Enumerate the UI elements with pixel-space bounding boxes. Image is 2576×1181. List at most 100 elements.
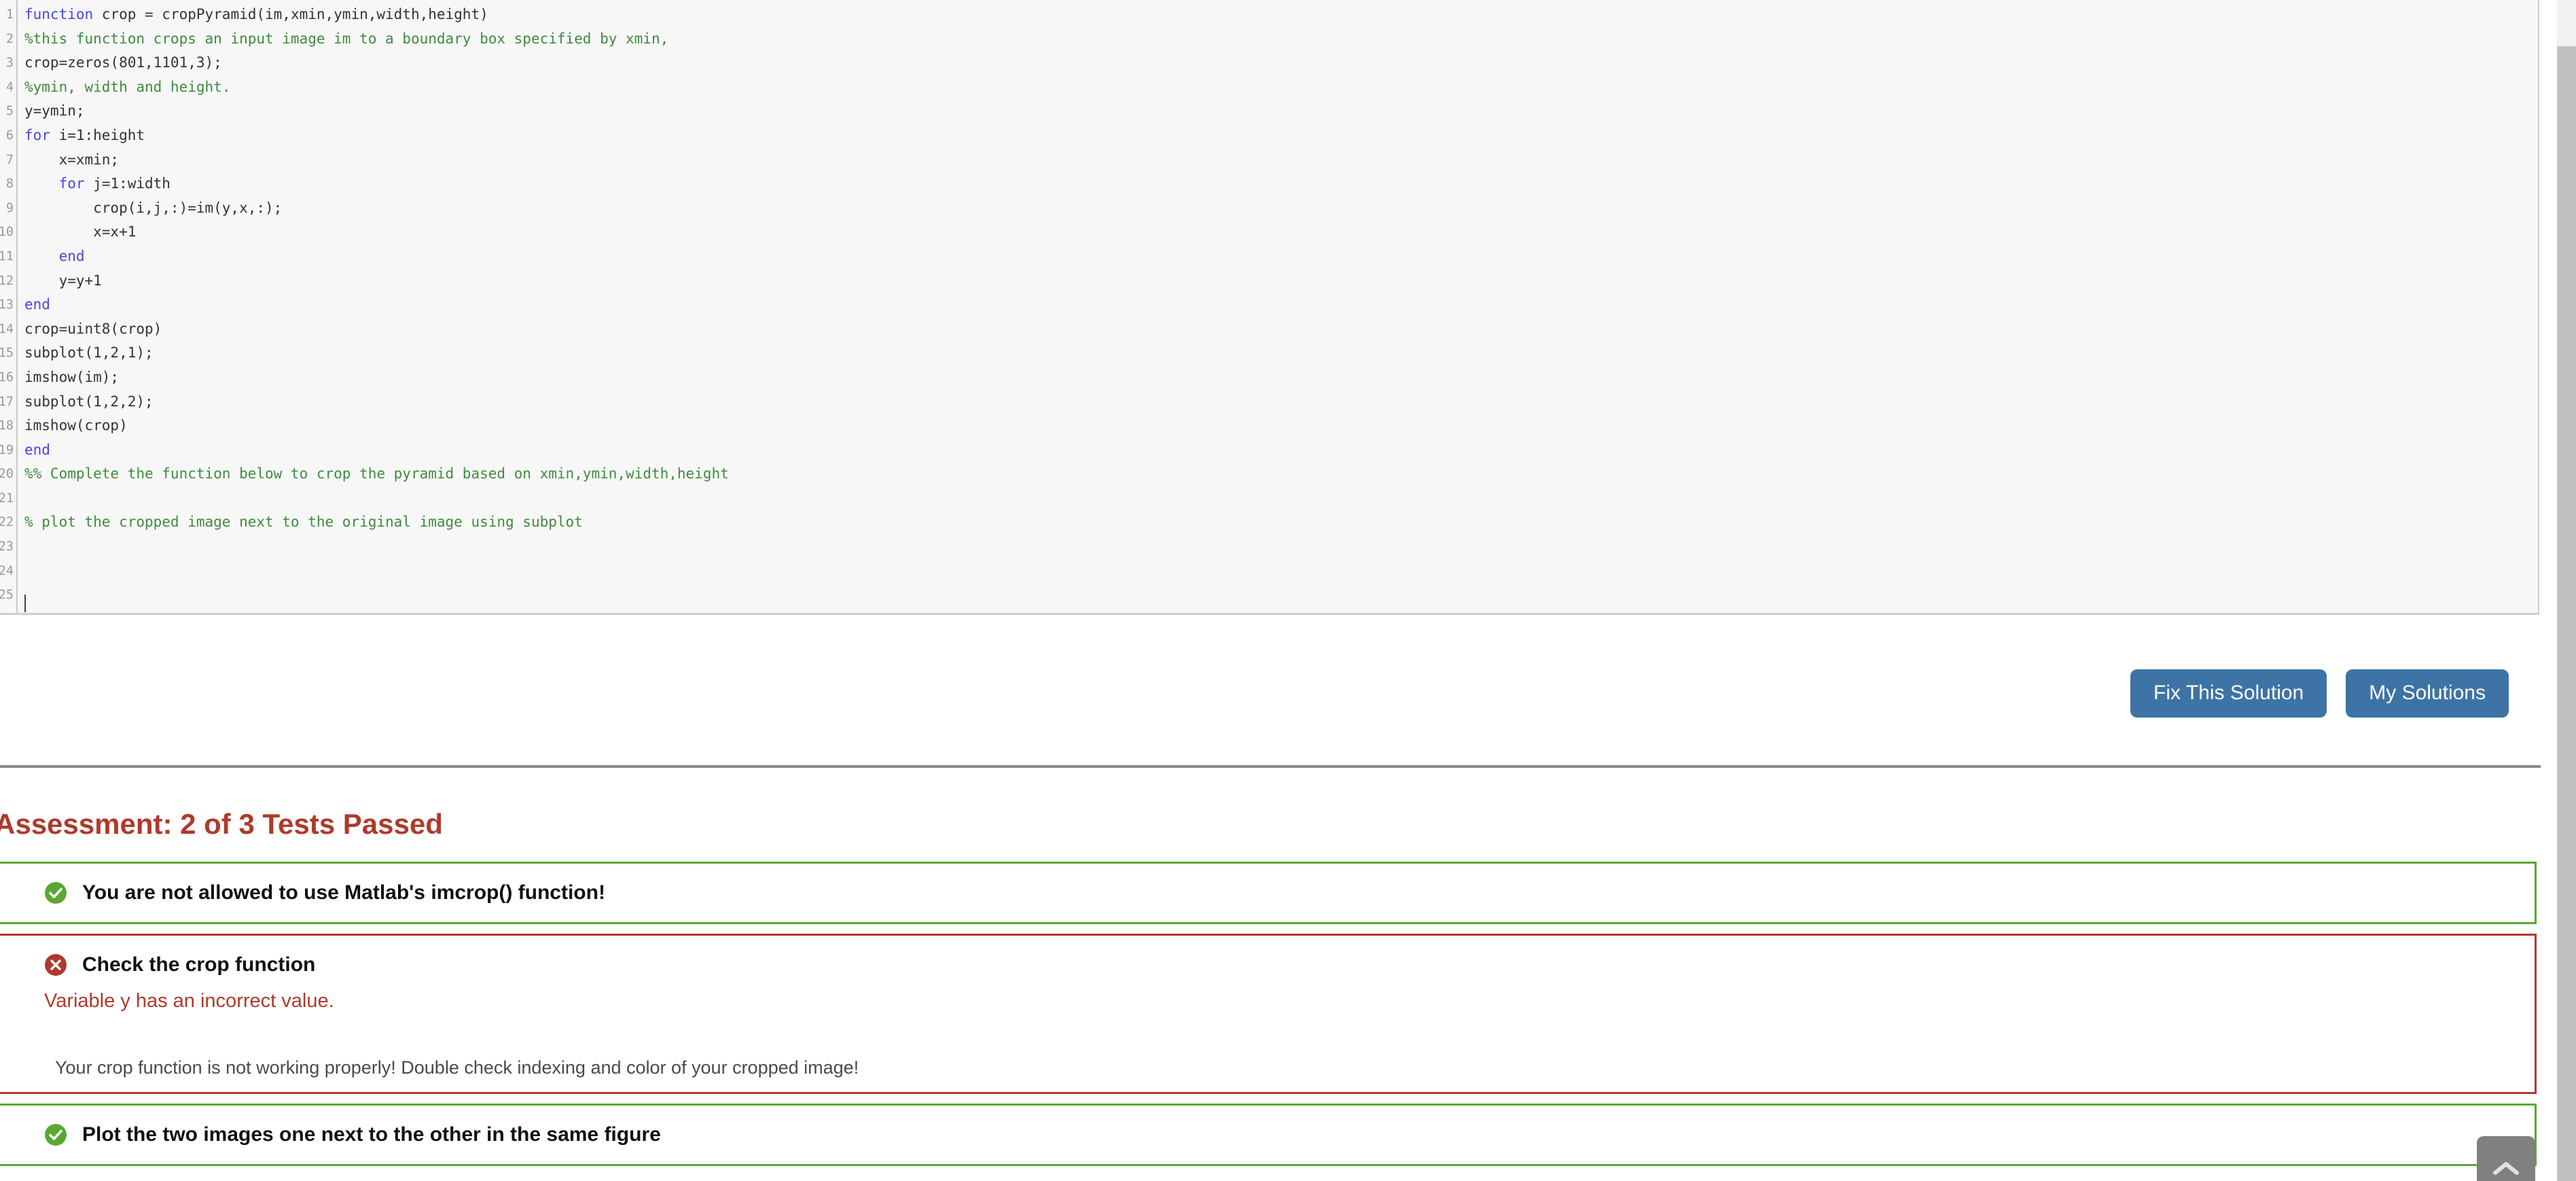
line-number: 16 bbox=[0, 370, 14, 385]
page-root: 1234567891011121314151617181920212223242… bbox=[0, 0, 2576, 1181]
line-number: 11 bbox=[0, 249, 14, 264]
code-line: crop=zeros(801,1101,3); bbox=[24, 51, 2538, 75]
code-token: subplot(1,2,1); bbox=[24, 345, 154, 362]
test-result-label: Plot the two images one next to the othe… bbox=[82, 1123, 661, 1146]
line-number: 1 bbox=[5, 7, 14, 22]
test-result-label: You are not allowed to use Matlab's imcr… bbox=[82, 881, 605, 904]
code-token: %ymin, width and height. bbox=[24, 78, 231, 95]
code-line: subplot(1,2,2); bbox=[24, 390, 2538, 415]
test-result-label: Check the crop function bbox=[82, 953, 316, 976]
code-token: y=y+1 bbox=[24, 272, 102, 289]
test-detail-message: Your crop function is not working proper… bbox=[55, 1057, 859, 1078]
line-number: 18 bbox=[0, 419, 14, 434]
code-token: function bbox=[24, 6, 94, 22]
code-token: i=1:height bbox=[50, 126, 145, 143]
code-token: for bbox=[24, 126, 50, 143]
test-error-message: Variable y has an incorrect value. bbox=[44, 990, 334, 1012]
code-line: % plot the cropped image next to the ori… bbox=[24, 510, 2538, 535]
code-line: imshow(im); bbox=[24, 366, 2538, 390]
code-token: end bbox=[58, 247, 85, 264]
test-result-passed[interactable]: You are not allowed to use Matlab's imcr… bbox=[0, 862, 2537, 924]
line-number: 23 bbox=[0, 540, 14, 554]
line-number-gutter: 1234567891011121314151617181920212223242… bbox=[0, 0, 18, 613]
code-line: end bbox=[24, 293, 2538, 317]
line-number: 6 bbox=[5, 128, 14, 143]
code-token: % plot the cropped image next to the ori… bbox=[24, 514, 583, 531]
test-result-header: Check the crop function bbox=[0, 953, 2535, 976]
code-line: subplot(1,2,1); bbox=[24, 341, 2538, 366]
line-number: 13 bbox=[0, 298, 14, 313]
code-token: crop=zeros(801,1101,3); bbox=[24, 54, 222, 71]
code-line: for i=1:height bbox=[24, 124, 2538, 148]
page-scrollbar[interactable] bbox=[2557, 0, 2576, 1181]
action-button-row: Fix This Solution My Solutions bbox=[0, 669, 2537, 718]
code-token: %% Complete the function below to crop t… bbox=[24, 465, 729, 482]
code-line: %this function crops an input image im t… bbox=[24, 27, 2538, 52]
line-number: 2 bbox=[5, 31, 14, 46]
line-number: 15 bbox=[0, 346, 14, 361]
code-line: crop=uint8(crop) bbox=[24, 317, 2538, 342]
code-line: end bbox=[24, 438, 2538, 463]
section-divider bbox=[0, 765, 2541, 768]
fix-this-solution-button[interactable]: Fix This Solution bbox=[2130, 669, 2327, 718]
check-circle-icon bbox=[44, 1123, 67, 1146]
test-result-passed[interactable]: Plot the two images one next to the othe… bbox=[0, 1104, 2537, 1166]
my-solutions-button[interactable]: My Solutions bbox=[2346, 669, 2509, 718]
code-token: crop(i,j,:)=im(y,x,:); bbox=[24, 199, 283, 216]
code-token: imshow(im); bbox=[24, 368, 120, 385]
code-line: crop(i,j,:)=im(y,x,:); bbox=[24, 196, 2538, 221]
code-text-area[interactable]: function crop = cropPyramid(im,xmin,ymin… bbox=[18, 0, 2538, 613]
line-number: 19 bbox=[0, 442, 14, 457]
code-line: %% Complete the function below to crop t… bbox=[24, 462, 2538, 487]
code-token: %this function crops an input image im t… bbox=[24, 30, 669, 47]
line-number: 17 bbox=[0, 394, 14, 409]
code-token: crop = cropPyramid(im,xmin,ymin,width,he… bbox=[93, 6, 488, 22]
line-number: 5 bbox=[5, 104, 14, 119]
code-line: y=y+1 bbox=[24, 269, 2538, 294]
code-line: %ymin, width and height. bbox=[24, 75, 2538, 100]
check-circle-icon bbox=[44, 881, 67, 904]
line-number: 9 bbox=[5, 200, 14, 215]
code-editor-body: 1234567891011121314151617181920212223242… bbox=[0, 0, 2538, 613]
line-number: 22 bbox=[0, 515, 14, 530]
line-number: 4 bbox=[5, 80, 14, 94]
line-number: 20 bbox=[0, 467, 14, 482]
assessment-test-list: You are not allowed to use Matlab's imcr… bbox=[0, 862, 2537, 1176]
chevron-up-icon bbox=[2492, 1159, 2520, 1177]
code-token: x=x+1 bbox=[24, 224, 137, 241]
line-number: 14 bbox=[0, 321, 14, 336]
code-token: j=1:width bbox=[84, 175, 171, 192]
code-token: crop=uint8(crop) bbox=[24, 320, 162, 337]
code-editor[interactable]: 1234567891011121314151617181920212223242… bbox=[0, 0, 2539, 615]
code-line: x=x+1 bbox=[24, 220, 2538, 245]
line-number: 25 bbox=[0, 588, 14, 603]
test-result-header: You are not allowed to use Matlab's imcr… bbox=[0, 881, 2535, 904]
line-number: 24 bbox=[0, 563, 14, 578]
code-token: x=xmin; bbox=[24, 151, 120, 168]
code-token: subplot(1,2,2); bbox=[24, 393, 154, 410]
code-token: end bbox=[24, 296, 50, 313]
line-number: 12 bbox=[0, 273, 14, 288]
code-token: imshow(crop) bbox=[24, 417, 128, 434]
test-result-failed[interactable]: Check the crop function Variable y has an… bbox=[0, 934, 2537, 1094]
code-token: for bbox=[58, 175, 85, 192]
line-number: 21 bbox=[0, 491, 14, 506]
assessment-title: Assessment: 2 of 3 Tests Passed bbox=[0, 808, 443, 840]
code-token: y=ymin; bbox=[24, 103, 85, 120]
code-line: y=ymin; bbox=[24, 99, 2538, 124]
page-scrollbar-thumb[interactable] bbox=[2557, 46, 2576, 1181]
code-line: end bbox=[24, 245, 2538, 269]
code-line: for j=1:width bbox=[24, 172, 2538, 196]
code-line: function crop = cropPyramid(im,xmin,ymin… bbox=[24, 3, 2538, 27]
line-number: 7 bbox=[5, 152, 14, 167]
scroll-to-top-button[interactable] bbox=[2477, 1136, 2535, 1181]
text-caret bbox=[24, 595, 26, 612]
line-number: 10 bbox=[0, 225, 14, 240]
test-result-header: Plot the two images one next to the othe… bbox=[0, 1123, 2535, 1146]
code-line: x=xmin; bbox=[24, 148, 2538, 173]
